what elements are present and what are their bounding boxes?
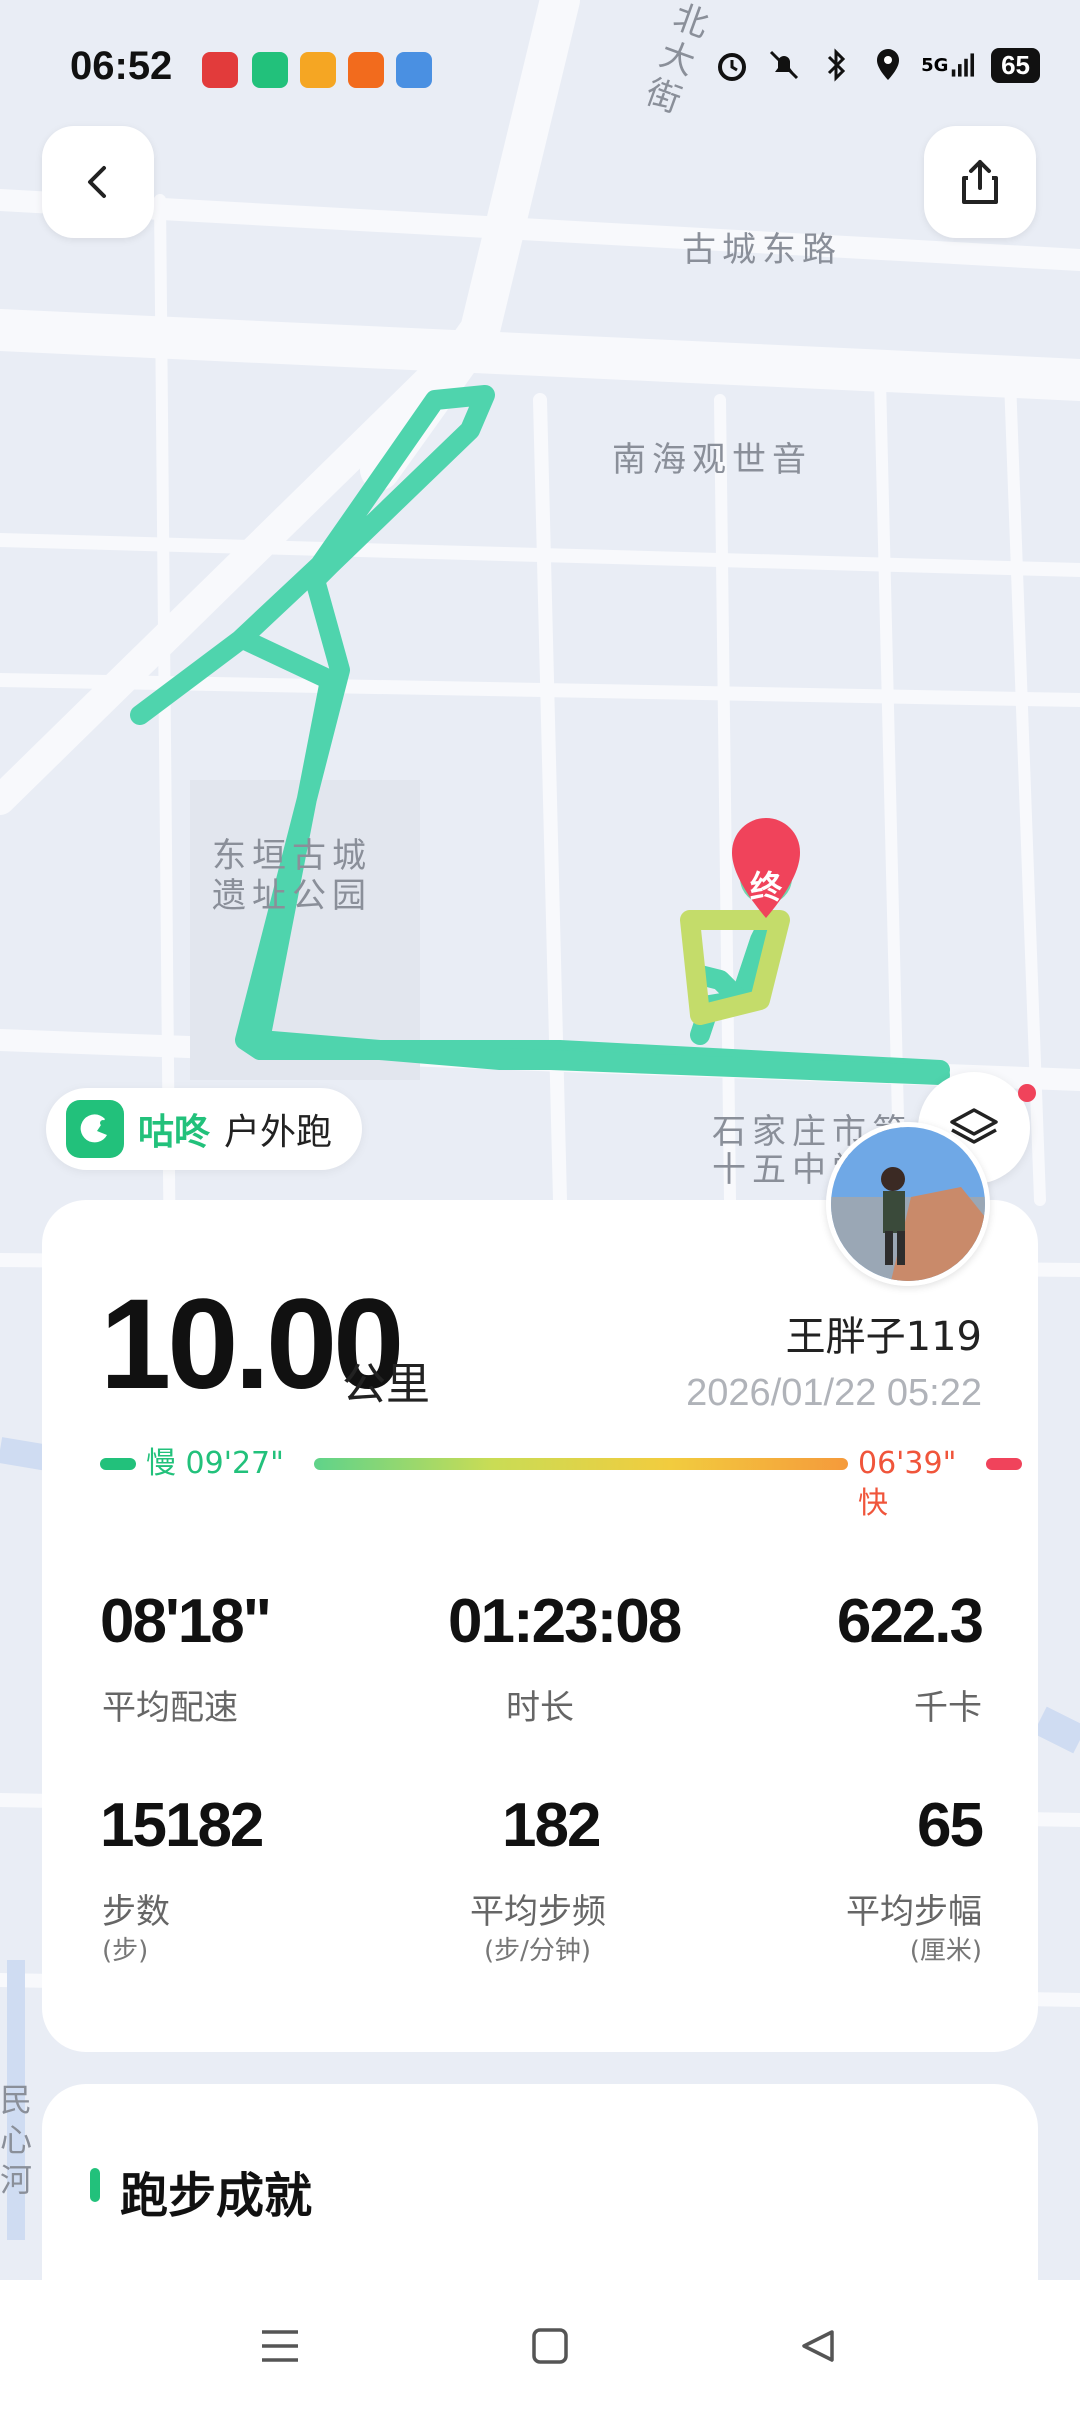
codoon-logo-icon [66, 1100, 124, 1158]
brand-name: 咕咚 [138, 1112, 211, 1153]
map-label-road: 古城东路 [682, 230, 842, 270]
summary-card: 10.00 公里 王胖子119 2026/01/22 05:22 慢 09'27… [42, 1200, 1038, 2052]
alarm-icon [713, 46, 751, 84]
map-label-park: 遗址公园 [212, 876, 372, 916]
calories-value: 622.3 [836, 1587, 984, 1656]
cadence-value: 182 [502, 1791, 601, 1860]
location-icon [869, 46, 907, 84]
run-datetime: 2026/01/22 05:22 [686, 1372, 982, 1414]
back-button[interactable] [42, 126, 154, 238]
map-label-river: 民心河 [0, 2081, 33, 2199]
status-time: 06:52 [70, 44, 173, 88]
system-icons: 5G 65 [713, 46, 1040, 84]
distance-unit: 公里 [342, 1359, 430, 1410]
route-segment-slow [680, 910, 790, 1025]
pace-range-bar: 慢 09'27" 06'39" 快 [100, 1444, 1022, 1521]
share-button[interactable] [924, 126, 1036, 238]
section-accent-bar [90, 2168, 100, 2202]
brand-badge: 咕咚 户外跑 [46, 1088, 363, 1170]
home-square-icon [532, 2328, 568, 2364]
home-button[interactable] [520, 2316, 580, 2376]
run-type: 户外跑 [224, 1112, 333, 1153]
pace-slow-label: 慢 09'27" [146, 1446, 284, 1481]
map-label-poi: 南海观世音 [612, 440, 812, 480]
toutiao-notification-icon [202, 52, 238, 88]
system-nav-bar [0, 2280, 1080, 2412]
steps-label: 步数 [102, 1892, 170, 1932]
weather-notification-icon [396, 52, 432, 88]
steps-value: 15182 [100, 1791, 264, 1860]
codoon-notification-icon [252, 52, 288, 88]
stride-value: 65 [917, 1791, 984, 1860]
recent-apps-button[interactable] [250, 2316, 310, 2376]
stride-label: 平均步幅 [846, 1892, 982, 1932]
duration-value: 01:23:08 [448, 1587, 682, 1656]
pace-slow-dash [100, 1458, 136, 1470]
stride-unit: (厘米) [909, 1936, 982, 1966]
system-back-button[interactable] [788, 2316, 848, 2376]
avatar[interactable] [826, 1122, 990, 1286]
status-bar: 06:52 5G 65 [0, 0, 1080, 130]
video-notification-icon [300, 52, 336, 88]
map-label-park: 东垣古城 [212, 836, 372, 876]
bluetooth-icon [817, 46, 855, 84]
avatar-photo [831, 1127, 985, 1281]
battery-indicator: 65 [991, 47, 1040, 83]
avg-pace-label: 平均配速 [102, 1688, 238, 1728]
cadence-unit: (步/分钟) [484, 1936, 592, 1966]
calories-label: 千卡 [914, 1688, 982, 1728]
notification-dot [1018, 1084, 1036, 1102]
achievements-title: 跑步成就 [120, 2168, 313, 2224]
duration-label: 时长 [506, 1688, 574, 1728]
pace-gradient [314, 1458, 848, 1470]
avg-pace-value: 08'18" [100, 1587, 272, 1656]
end-marker-label: 终 [749, 868, 782, 906]
steps-unit: (步) [102, 1936, 149, 1966]
cadence-label: 平均步频 [470, 1892, 606, 1932]
pace-fast-label: 06'39" 快 [858, 1446, 957, 1521]
mute-bell-icon [765, 46, 803, 84]
app-notification-icon [348, 52, 384, 88]
share-icon [962, 160, 998, 204]
pace-fast-dash [986, 1458, 1022, 1470]
back-triangle-icon [802, 2330, 834, 2362]
username: 王胖子119 [785, 1314, 982, 1360]
chevron-left-icon [88, 166, 106, 198]
menu-icon [262, 2330, 298, 2362]
signal-icon: 5G [921, 46, 977, 84]
